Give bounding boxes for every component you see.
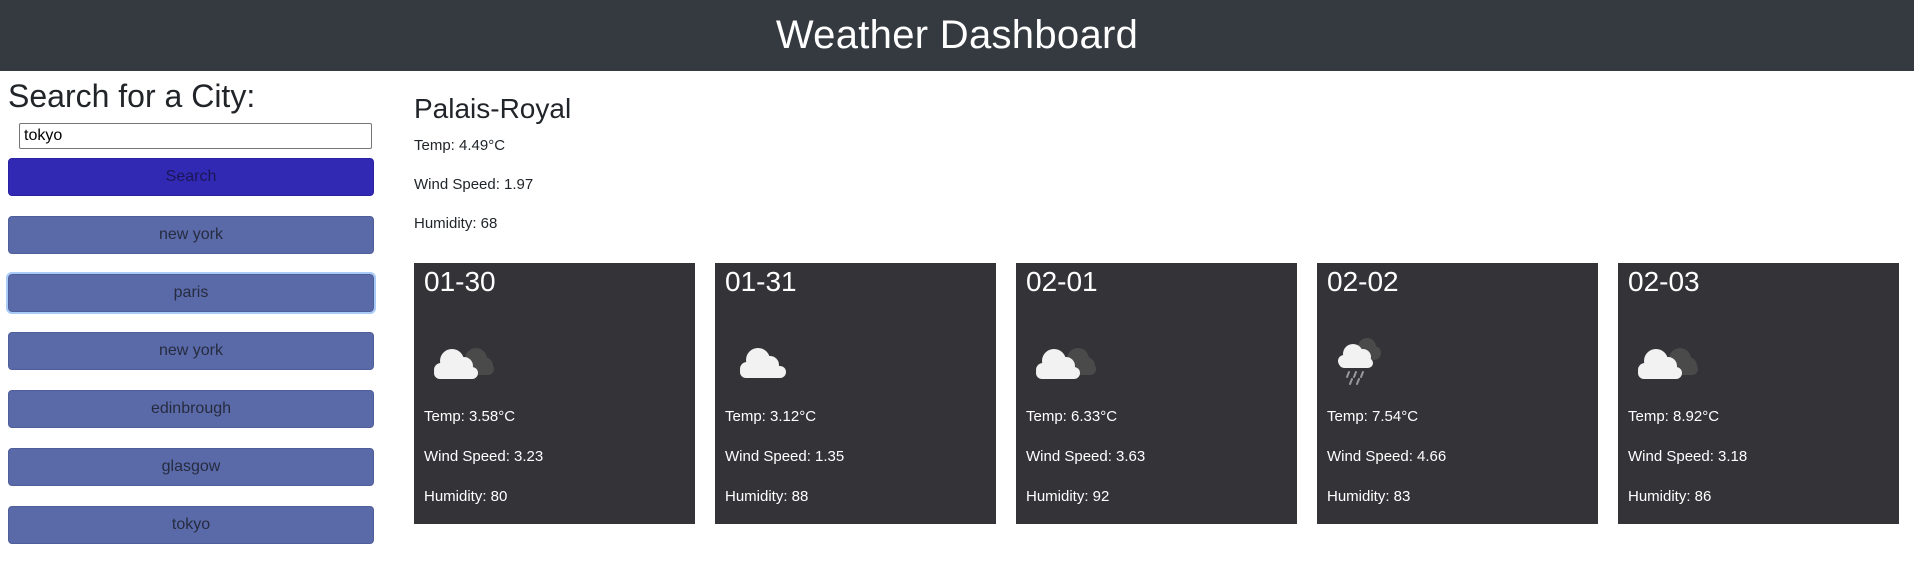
cloud-icon: [740, 348, 786, 378]
search-history: new york paris new york edinbrough glasg…: [6, 216, 376, 544]
forecast-humidity: Humidity: 86: [1628, 488, 1712, 505]
current-city-name: Palais-Royal: [414, 93, 572, 124]
search-input[interactable]: [19, 123, 372, 149]
current-wind-speed: Wind Speed: 1.97: [414, 176, 534, 193]
rain-cloud-icon: [1338, 338, 1381, 385]
history-button-glasgow[interactable]: glasgow: [8, 448, 374, 486]
forecast-date: 02-03: [1628, 266, 1700, 297]
forecast-card: 02-03 Temp: 8.92°C Wind Speed: 3.18 Humi…: [1618, 263, 1899, 524]
forecast-wind-speed: Wind Speed: 1.35: [725, 448, 845, 465]
history-button-new-york[interactable]: new york: [8, 332, 374, 370]
forecast-temp: Temp: 3.12°C: [725, 408, 817, 425]
history-button-tokyo[interactable]: tokyo: [8, 506, 374, 544]
history-button-new-york[interactable]: new york: [8, 216, 374, 254]
forecast-card: 02-01 Temp: 6.33°C Wind Speed: 3.63 Humi…: [1016, 263, 1297, 524]
forecast-temp: Temp: 7.54°C: [1327, 408, 1419, 425]
current-humidity: Humidity: 68: [414, 215, 498, 232]
forecast-card: 02-02 Temp: 7.54°C Wind Speed: 4.66 Humi…: [1317, 263, 1598, 524]
forecast-humidity: Humidity: 92: [1026, 488, 1110, 505]
five-day-forecast: 01-30 Temp: 3.58°C Wind Speed: 3.23 Humi…: [414, 263, 1900, 524]
forecast-date: 02-02: [1327, 266, 1399, 297]
history-button-edinbrough[interactable]: edinbrough: [8, 390, 374, 428]
forecast-date: 01-31: [725, 266, 797, 297]
forecast-temp: Temp: 6.33°C: [1026, 408, 1118, 425]
history-button-paris[interactable]: paris: [6, 272, 376, 314]
search-button[interactable]: Search: [8, 158, 374, 196]
forecast-date: 02-01: [1026, 266, 1098, 297]
forecast-date: 01-30: [424, 266, 496, 297]
partly-cloudy-icon: [1036, 348, 1096, 379]
forecast-card: 01-31 Temp: 3.12°C Wind Speed: 1.35 Humi…: [715, 263, 996, 524]
forecast-wind-speed: Wind Speed: 3.63: [1026, 448, 1146, 465]
partly-cloudy-icon: [434, 348, 494, 379]
search-heading: Search for a City:: [8, 78, 256, 114]
current-weather: Palais-Royal Temp: 4.49°C Wind Speed: 1.…: [414, 92, 571, 232]
search-sidebar: Search for a City: Search new york paris…: [6, 71, 376, 564]
page-header: Weather Dashboard: [0, 0, 1914, 71]
page-title: Weather Dashboard: [775, 13, 1139, 57]
partly-cloudy-icon: [1638, 348, 1698, 379]
forecast-card: 01-30 Temp: 3.58°C Wind Speed: 3.23 Humi…: [414, 263, 695, 524]
forecast-humidity: Humidity: 80: [424, 488, 508, 505]
forecast-wind-speed: Wind Speed: 4.66: [1327, 448, 1447, 465]
forecast-humidity: Humidity: 88: [725, 488, 809, 505]
forecast-wind-speed: Wind Speed: 3.23: [424, 448, 544, 465]
current-temp: Temp: 4.49°C: [414, 137, 506, 154]
forecast-temp: Temp: 3.58°C: [424, 408, 516, 425]
forecast-humidity: Humidity: 83: [1327, 488, 1411, 505]
forecast-wind-speed: Wind Speed: 3.18: [1628, 448, 1748, 465]
forecast-temp: Temp: 8.92°C: [1628, 408, 1720, 425]
